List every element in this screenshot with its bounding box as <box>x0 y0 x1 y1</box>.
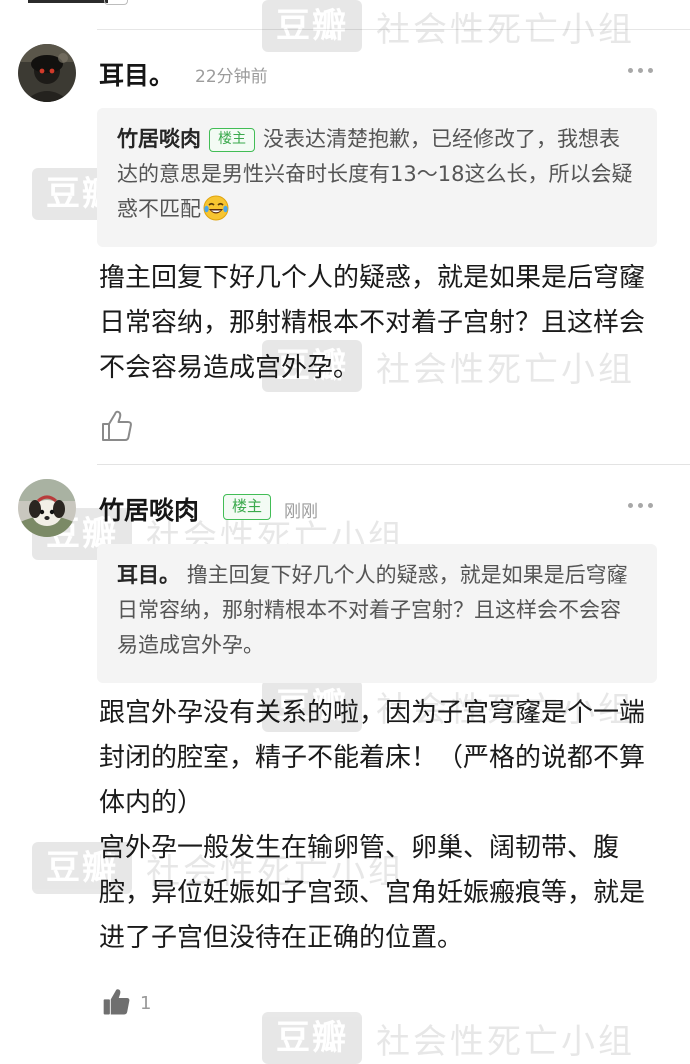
comment-author[interactable]: 耳目。 <box>99 56 174 92</box>
dark-portrait-avatar-icon <box>18 44 76 102</box>
op-badge: 楼主 <box>223 494 271 520</box>
quoted-text: 撸主回复下好几个人的疑惑，就是如果是后穹窿日常容纳，那射精根本不对着子宫射？且这… <box>117 563 628 657</box>
thumbs-up-outline-icon[interactable] <box>99 408 135 444</box>
like-count: 1 <box>140 993 152 1014</box>
comment-item: 耳目。 22分钟前 竹居啖肉 楼主 没表达清楚抱歉，已经修改了，我想表达的意思是男性… <box>0 0 690 465</box>
avatar[interactable] <box>18 44 76 102</box>
laughing-tears-emoji-icon <box>203 195 229 221</box>
comment-paragraph: 宫外孕一般发生在输卵管、卵巢、阔韧带、腹腔，异位妊娠如子宫颈、宫角妊娠瘢痕等，就… <box>99 833 646 953</box>
quoted-author: 竹居啖肉 <box>117 127 201 151</box>
avatar[interactable] <box>18 479 76 537</box>
comment-body: 跟宫外孕没有关系的啦，因为子宫穹窿是个一端封闭的腔室，精子不能着床！（严格的说都… <box>99 691 659 961</box>
comment-paragraph: 撸主回复下好几个人的疑惑，就是如果是后穹窿日常容纳，那射精根本不对着子宫射？且这… <box>99 263 646 383</box>
quoted-reply[interactable]: 竹居啖肉 楼主 没表达清楚抱歉，已经修改了，我想表达的意思是男性兴奋时长度有13～1… <box>97 108 657 247</box>
thumbs-up-filled-icon[interactable] <box>101 986 133 1018</box>
quoted-author: 耳目。 <box>117 563 180 587</box>
quoted-reply[interactable]: 耳目。 撸主回复下好几个人的疑惑，就是如果是后穹窿日常容纳，那射精根本不对着子宫… <box>97 544 657 683</box>
comment-body: 撸主回复下好几个人的疑惑，就是如果是后穹窿日常容纳，那射精根本不对着子宫射？且这… <box>99 256 659 391</box>
op-badge: 楼主 <box>209 128 255 152</box>
more-dots-icon[interactable] <box>626 66 656 76</box>
more-dots-icon[interactable] <box>626 501 656 511</box>
comment-author[interactable]: 竹居啖肉 <box>99 491 199 527</box>
puppy-photo-avatar-icon <box>18 479 76 537</box>
comment-paragraph: 跟宫外孕没有关系的啦，因为子宫穹窿是个一端封闭的腔室，精子不能着床！（严格的说都… <box>99 698 646 818</box>
comment-time: 22分钟前 <box>195 67 268 87</box>
comment-time: 刚刚 <box>284 502 318 522</box>
comment-item: 竹居啖肉 楼主 刚刚 耳目。 撸主回复下好几个人的疑惑，就是如果是后穹窿日常容纳… <box>0 465 690 1035</box>
